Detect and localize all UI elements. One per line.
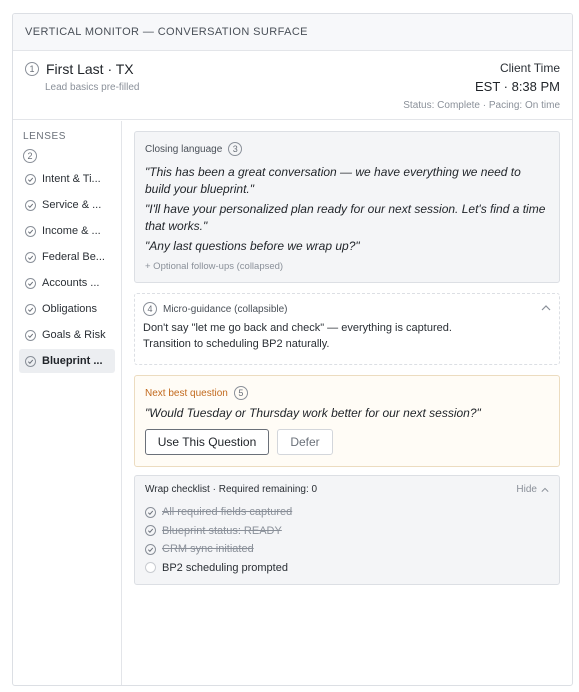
sidebar-item-label: Intent & Ti... bbox=[42, 173, 101, 185]
check-circle-icon bbox=[25, 225, 36, 237]
checklist-item[interactable]: All required fields captured bbox=[145, 503, 549, 522]
check-circle-icon bbox=[145, 543, 156, 555]
sidebar-item-label: Goals & Risk bbox=[42, 329, 106, 341]
checklist-item-label: Blueprint status: READY bbox=[162, 524, 282, 537]
check-circle-icon bbox=[145, 506, 156, 518]
checklist-item-label: All required fields captured bbox=[162, 506, 293, 519]
closing-language-card: Closing language 3 "This has been a grea… bbox=[134, 131, 560, 283]
sidebar-item-lens[interactable]: Goals & Risk bbox=[19, 323, 115, 347]
step-5-badge: 5 bbox=[233, 386, 248, 400]
hide-label: Hide bbox=[516, 484, 537, 495]
page-title: VERTICAL MONITOR — CONVERSATION SURFACE bbox=[25, 26, 308, 38]
client-time-block: Client Time EST · 8:38 PM Status: Comple… bbox=[403, 61, 560, 111]
sidebar-item-lens[interactable]: Obligations bbox=[19, 297, 115, 321]
checklist-item[interactable]: BP2 scheduling prompted bbox=[145, 559, 549, 578]
empty-circle-icon bbox=[145, 562, 156, 574]
sidebar-item-lens[interactable]: Accounts ... bbox=[19, 271, 115, 295]
sidebar-item-label: Blueprint ... bbox=[42, 355, 103, 367]
wrap-checklist-items: All required fields captured Blueprint st… bbox=[145, 503, 549, 577]
chevron-up-icon[interactable] bbox=[541, 304, 551, 312]
step-1-badge: 1 bbox=[25, 62, 39, 76]
next-best-question-text: "Would Tuesday or Thursday work better f… bbox=[145, 406, 481, 420]
sidebar-item-label: Federal Be... bbox=[42, 251, 105, 263]
sidebar-item-label: Income & ... bbox=[42, 225, 101, 237]
sidebar-item-lens[interactable]: Blueprint ... bbox=[19, 349, 115, 373]
micro-guidance-card: 4 Micro-guidance (collapsible) Don't say… bbox=[134, 293, 560, 365]
micro-guidance-label: Micro-guidance (collapsible) bbox=[163, 303, 288, 315]
use-question-button[interactable]: Use This Question bbox=[145, 429, 269, 455]
sidebar-item-lens[interactable]: Service & ... bbox=[19, 193, 115, 217]
sidebar-item-lens[interactable]: Income & ... bbox=[19, 219, 115, 243]
step-2-badge: 2 bbox=[23, 149, 37, 163]
client-time-value: EST · 8:38 PM bbox=[474, 79, 560, 94]
lenses-sidebar: LENSES 2 Intent & Ti... Service & ... Inco… bbox=[13, 121, 122, 685]
lenses-title: LENSES bbox=[23, 131, 67, 142]
sidebar-item-lens[interactable]: Federal Be... bbox=[19, 245, 115, 269]
sidebar-item-lens[interactable]: Intent & Ti... bbox=[19, 167, 115, 191]
lead-name: First Last · TX bbox=[46, 61, 134, 77]
check-circle-icon bbox=[25, 355, 36, 367]
micro-guidance-line: Transition to scheduling BP2 naturally. bbox=[143, 338, 330, 350]
lens-list: Intent & Ti... Service & ... Income & ... F… bbox=[19, 167, 115, 373]
main-panel: Closing language 3 "This has been a grea… bbox=[122, 121, 572, 685]
lead-subtitle: Lead basics pre-filled bbox=[45, 82, 140, 93]
checklist-item[interactable]: Blueprint status: READY bbox=[145, 522, 549, 541]
sidebar-item-label: Accounts ... bbox=[42, 277, 100, 289]
step-3-badge: 3 bbox=[228, 142, 243, 156]
check-circle-icon bbox=[25, 173, 36, 185]
wrap-checklist-card: Wrap checklist · Required remaining: 0 H… bbox=[134, 475, 560, 585]
check-circle-icon bbox=[25, 199, 36, 211]
client-time-label: Client Time bbox=[499, 61, 560, 75]
header-bar: VERTICAL MONITOR — CONVERSATION SURFACE bbox=[13, 14, 572, 51]
lead-info: 1 First Last · TX Lead basics pre-filled bbox=[25, 61, 140, 93]
closing-quote: "Any last questions before we wrap up?" bbox=[145, 239, 360, 253]
closing-quote: "I'll have your personalized plan ready … bbox=[145, 202, 546, 233]
check-circle-icon bbox=[25, 251, 36, 263]
checklist-item-label: BP2 scheduling prompted bbox=[162, 561, 288, 574]
next-best-question-label: Next best question bbox=[145, 387, 228, 399]
check-circle-icon bbox=[25, 329, 36, 341]
lead-section: 1 First Last · TX Lead basics pre-filled… bbox=[13, 51, 572, 120]
status-line: Status: Complete · Pacing: On time bbox=[403, 100, 560, 111]
wrap-checklist-title: Wrap checklist · Required remaining: 0 bbox=[145, 484, 318, 495]
optional-followups-toggle[interactable]: + Optional follow-ups (collapsed) bbox=[145, 261, 549, 272]
closing-language-label: Closing language bbox=[145, 143, 223, 155]
checklist-item[interactable]: CRM sync initiated bbox=[145, 540, 549, 559]
check-circle-icon bbox=[25, 303, 36, 315]
sidebar-item-label: Service & ... bbox=[42, 199, 102, 211]
defer-button[interactable]: Defer bbox=[277, 429, 333, 455]
sidebar-item-label: Obligations bbox=[42, 303, 98, 315]
checklist-item-label: CRM sync initiated bbox=[162, 543, 254, 556]
micro-guidance-line: Don't say "let me go back and check" — e… bbox=[143, 322, 452, 334]
next-best-question-card: Next best question 5 "Would Tuesday or T… bbox=[134, 375, 560, 467]
conversation-surface-frame: VERTICAL MONITOR — CONVERSATION SURFACE … bbox=[12, 13, 573, 686]
closing-quote: "This has been a great conversation — we… bbox=[145, 165, 521, 196]
chevron-up-icon bbox=[541, 487, 549, 492]
main-body: LENSES 2 Intent & Ti... Service & ... Inco… bbox=[13, 121, 572, 685]
hide-toggle[interactable]: Hide bbox=[516, 484, 549, 495]
check-circle-icon bbox=[25, 277, 36, 289]
step-4-badge: 4 bbox=[143, 302, 157, 316]
check-circle-icon bbox=[145, 525, 156, 537]
